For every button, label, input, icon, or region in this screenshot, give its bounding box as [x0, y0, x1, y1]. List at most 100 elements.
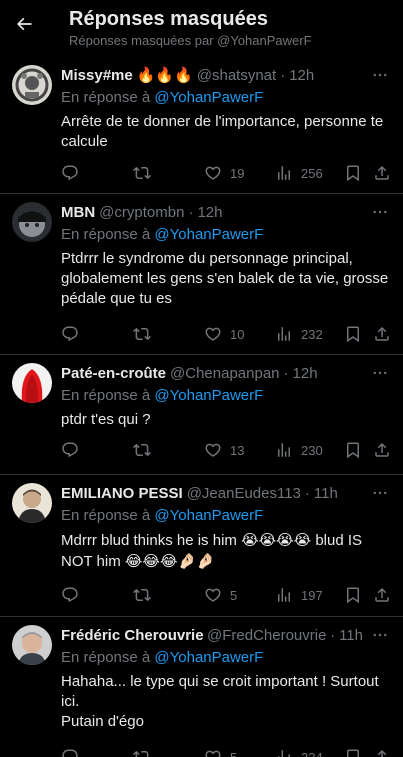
more-button[interactable]	[369, 363, 391, 383]
share-button[interactable]	[373, 164, 391, 182]
tweet-emoji-crying: 😭😭😭😭	[241, 531, 312, 549]
more-icon	[373, 371, 387, 375]
back-arrow-icon	[16, 17, 32, 31]
reply-context: En réponse à @YohanPawerF	[61, 507, 391, 527]
avatar[interactable]	[12, 65, 52, 105]
reply-mention[interactable]: @YohanPawerF	[154, 507, 263, 524]
reply-prefix: En réponse à	[61, 226, 151, 243]
author-handle[interactable]: @FredCherouvrier	[207, 627, 326, 644]
tweet-actions: 13 230	[61, 438, 391, 462]
tweet-text: ptdr t'es qui ?	[61, 411, 151, 428]
bookmark-button[interactable]	[344, 164, 362, 182]
views-button[interactable]: 224	[275, 748, 323, 757]
retweet-icon	[133, 750, 149, 757]
timestamp[interactable]: 12h	[197, 204, 222, 221]
reply-button[interactable]	[61, 586, 87, 604]
tweet[interactable]: Frédéric Cherouvrier @FredCherouvrier · …	[0, 617, 403, 757]
reply-prefix: En réponse à	[61, 387, 151, 404]
retweet-button[interactable]	[133, 164, 159, 182]
retweet-button[interactable]	[133, 325, 159, 343]
like-button[interactable]: 5	[204, 586, 237, 604]
avatar[interactable]	[12, 202, 52, 242]
retweet-button[interactable]	[133, 441, 159, 459]
timestamp[interactable]: 12h	[289, 67, 314, 84]
reply-mention[interactable]: @YohanPawerF	[154, 226, 263, 243]
timestamp[interactable]: 11h	[314, 485, 338, 502]
more-icon	[373, 73, 387, 77]
reply-button[interactable]	[61, 441, 87, 459]
tweet[interactable]: Missy#me 🔥🔥🔥 @shatsynat · 12h En réponse…	[0, 57, 403, 194]
views-count: 197	[301, 587, 323, 603]
like-button[interactable]: 5	[204, 748, 237, 757]
author-name[interactable]: EMILIANO PESSI	[61, 485, 183, 502]
reply-icon	[62, 165, 78, 181]
back-button[interactable]	[12, 12, 36, 36]
more-button[interactable]	[369, 483, 391, 503]
tweet-emoji-laughing: 😂😂😂🤌🏻🤌🏻	[124, 552, 215, 570]
author-handle[interactable]: @shatsynat	[197, 67, 276, 84]
like-count: 19	[230, 165, 245, 181]
reply-button[interactable]	[61, 748, 87, 757]
reply-context: En réponse à @YohanPawerF	[61, 387, 391, 407]
author-name[interactable]: MBN	[61, 204, 95, 221]
like-icon	[205, 327, 221, 341]
tweet[interactable]: EMILIANO PESSI @JeanEudes113 · 11h En ré…	[0, 475, 403, 617]
views-button[interactable]: 197	[275, 586, 323, 604]
author-handle[interactable]: @cryptombn	[99, 204, 184, 221]
more-icon	[373, 491, 387, 495]
reply-button[interactable]	[61, 325, 87, 343]
reply-mention[interactable]: @YohanPawerF	[154, 387, 263, 404]
bookmark-icon	[347, 749, 359, 757]
tweet-text: Ptdrrr le syndrome du personnage princip…	[61, 250, 389, 307]
bookmark-icon	[347, 587, 359, 604]
timestamp[interactable]: 11h	[339, 627, 363, 644]
like-count: 5	[230, 749, 238, 757]
reply-mention[interactable]: @YohanPawerF	[154, 649, 263, 666]
views-icon	[278, 327, 290, 341]
like-button[interactable]: 19	[204, 164, 244, 182]
avatar[interactable]	[12, 483, 52, 523]
share-button[interactable]	[373, 748, 391, 757]
retweet-icon	[133, 166, 151, 180]
tweet-actions: 5 197	[61, 583, 391, 607]
reply-prefix: En réponse à	[61, 89, 151, 106]
retweet-button[interactable]	[133, 748, 159, 757]
bookmark-button[interactable]	[344, 325, 362, 343]
more-button[interactable]	[369, 65, 391, 85]
top-bar: Réponses masquées Réponses masquées par …	[0, 0, 403, 57]
bookmark-button[interactable]	[344, 441, 362, 459]
page-title: Réponses masquées	[69, 8, 268, 30]
reply-context: En réponse à @YohanPawerF	[61, 649, 391, 669]
author-name[interactable]: Missy#me	[61, 67, 133, 84]
author-name[interactable]: Frédéric Cherouvrier	[61, 627, 203, 644]
tweet-text: Mdrrr blud thinks he is him 😭😭😭😭 blud IS…	[61, 530, 391, 572]
author-handle[interactable]: @JeanEudes113	[187, 485, 301, 502]
views-button[interactable]: 256	[275, 164, 323, 182]
bookmark-button[interactable]	[344, 748, 362, 757]
tweet[interactable]: MBN @cryptombn · 12h En réponse à @Yohan…	[0, 194, 403, 355]
views-icon	[278, 443, 290, 457]
author-name[interactable]: Paté-en-croûte	[61, 365, 166, 382]
avatar[interactable]	[12, 363, 52, 403]
more-button[interactable]	[369, 202, 391, 222]
bookmark-button[interactable]	[344, 586, 362, 604]
retweet-button[interactable]	[133, 586, 159, 604]
share-button[interactable]	[373, 325, 391, 343]
more-button[interactable]	[369, 625, 391, 645]
tweet[interactable]: Paté-en-croûte @Chenapanpan · 12h En rép…	[0, 355, 403, 475]
share-button[interactable]	[373, 586, 391, 604]
like-button[interactable]: 10	[204, 325, 244, 343]
tweet-actions: 19 256	[61, 161, 391, 185]
share-button[interactable]	[373, 441, 391, 459]
avatar[interactable]	[12, 625, 52, 665]
like-button[interactable]: 13	[204, 441, 244, 459]
timestamp[interactable]: 12h	[293, 365, 318, 382]
reply-button[interactable]	[61, 164, 87, 182]
retweet-icon	[133, 443, 151, 457]
views-button[interactable]: 232	[275, 325, 323, 343]
views-button[interactable]: 230	[275, 441, 323, 459]
reply-mention[interactable]: @YohanPawerF	[154, 89, 263, 106]
like-icon	[205, 443, 221, 457]
reply-icon	[62, 749, 78, 757]
author-handle[interactable]: @Chenapanpan	[170, 365, 279, 382]
